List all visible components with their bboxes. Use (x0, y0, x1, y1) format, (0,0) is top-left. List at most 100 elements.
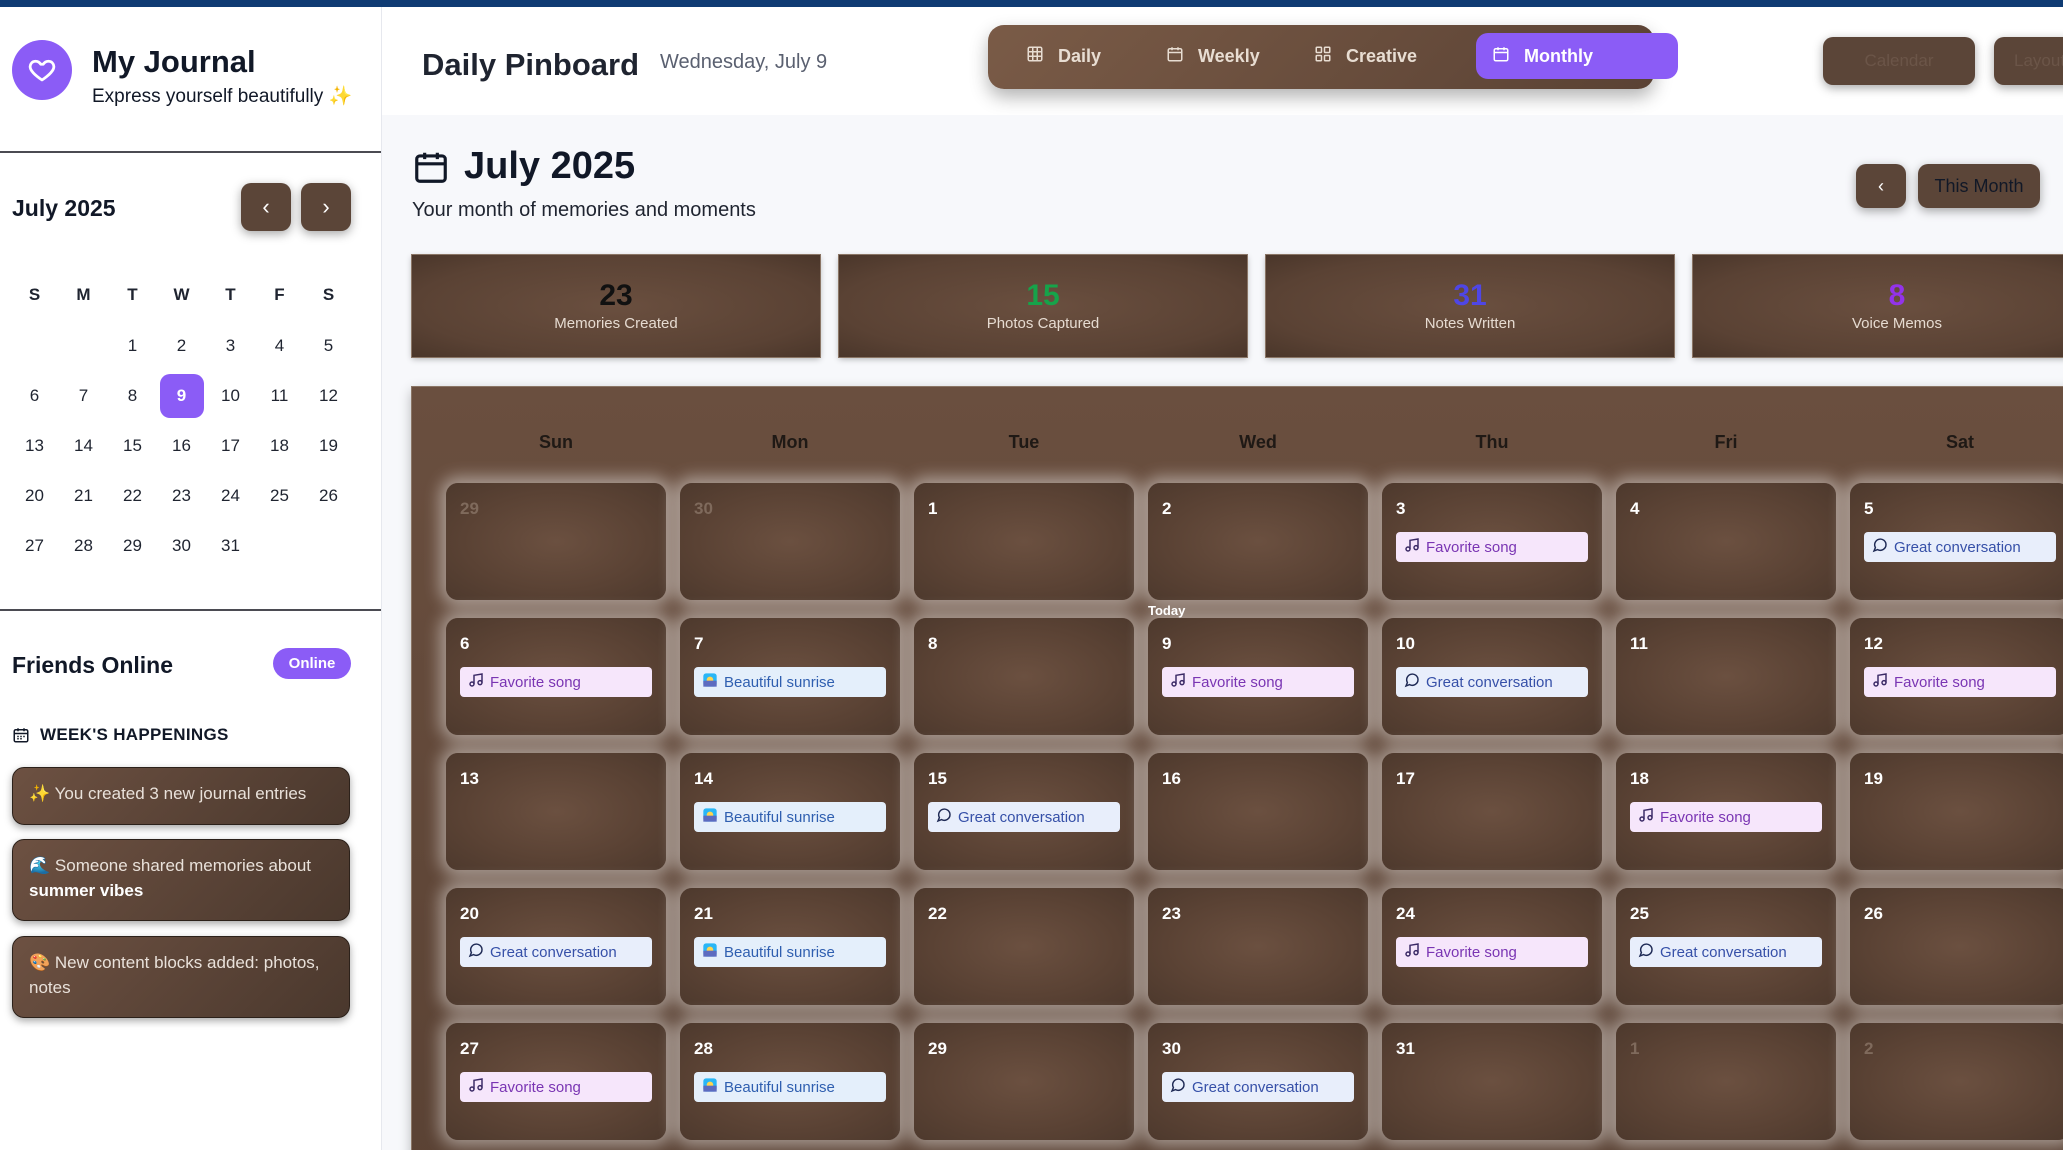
mini-calendar-day[interactable]: 21 (59, 471, 108, 521)
calendar-day[interactable]: 1 (1616, 1023, 1836, 1140)
mini-calendar-day[interactable]: 10 (206, 371, 255, 421)
mini-calendar-day[interactable]: 11 (255, 371, 304, 421)
calendar-day[interactable]: 13 (446, 753, 666, 870)
mini-calendar-next-button[interactable]: › (301, 183, 351, 231)
mini-calendar-day[interactable]: 24 (206, 471, 255, 521)
calendar-day[interactable]: 6 Favorite song (446, 618, 666, 735)
mini-calendar-day[interactable]: 31 (206, 521, 255, 571)
mini-calendar-day[interactable]: 27 (10, 521, 59, 571)
mini-calendar-day[interactable]: 1 (108, 321, 157, 371)
view-tab-monthly[interactable]: Monthly (1476, 33, 1678, 79)
calendar-day[interactable]: 5 Great conversation (1850, 483, 2063, 600)
calendar-day[interactable]: 21 Beautiful sunrise (680, 888, 900, 1005)
view-tab-creative[interactable]: Creative (1298, 33, 1433, 79)
happening-card[interactable]: 🎨 New content blocks added: photos, note… (12, 936, 350, 1018)
event-pill[interactable]: Great conversation (460, 937, 652, 967)
mini-calendar-day[interactable]: 8 (108, 371, 157, 421)
calendar-day[interactable]: 10 Great conversation (1382, 618, 1602, 735)
calendar-day[interactable]: 2 (1148, 483, 1368, 600)
calendar-button[interactable]: Calendar (1823, 37, 1975, 85)
calendar-day[interactable]: 29 (914, 1023, 1134, 1140)
online-status-badge[interactable]: Online (273, 648, 351, 679)
calendar-day[interactable]: 31 (1382, 1023, 1602, 1140)
calendar-day[interactable]: 30 Great conversation (1148, 1023, 1368, 1140)
event-pill[interactable]: Great conversation (1630, 937, 1822, 967)
event-pill[interactable]: Favorite song (460, 1072, 652, 1102)
calendar-day[interactable]: 15 Great conversation (914, 753, 1134, 870)
calendar-day[interactable]: 1 (914, 483, 1134, 600)
event-pill[interactable]: Favorite song (1864, 667, 2056, 697)
calendar-day[interactable]: 19 (1850, 753, 2063, 870)
calendar-day[interactable]: 14 Beautiful sunrise (680, 753, 900, 870)
mini-calendar-day[interactable]: 30 (157, 521, 206, 571)
mini-calendar-day[interactable]: 26 (304, 471, 353, 521)
view-tab-weekly[interactable]: Weekly (1150, 33, 1276, 79)
calendar-day[interactable]: 2 (1850, 1023, 2063, 1140)
mini-calendar-day[interactable]: 18 (255, 421, 304, 471)
mini-calendar-day[interactable]: 19 (304, 421, 353, 471)
event-pill[interactable]: Favorite song (1630, 802, 1822, 832)
event-pill[interactable]: Great conversation (1864, 532, 2056, 562)
weekday-header: M (76, 285, 91, 304)
event-pill[interactable]: Great conversation (1396, 667, 1588, 697)
mini-calendar-day[interactable]: 20 (10, 471, 59, 521)
calendar-day[interactable]: 28 Beautiful sunrise (680, 1023, 900, 1140)
heart-icon[interactable] (12, 40, 72, 100)
mini-calendar-day[interactable]: 4 (255, 321, 304, 371)
mini-calendar-day[interactable]: 12 (304, 371, 353, 421)
happening-card[interactable]: ✨ You created 3 new journal entries (12, 767, 350, 825)
calendar-day[interactable]: Today 9 Favorite song (1148, 603, 1368, 735)
calendar-day[interactable]: 17 (1382, 753, 1602, 870)
this-month-button[interactable]: This Month (1918, 164, 2040, 208)
calendar-day[interactable]: 27 Favorite song (446, 1023, 666, 1140)
event-pill[interactable]: Great conversation (1162, 1072, 1354, 1102)
calendar-day[interactable]: 12 Favorite song (1850, 618, 2063, 735)
day-number: 9 (159, 374, 204, 418)
view-tab-daily[interactable]: Daily (1010, 33, 1117, 79)
calendar-day[interactable]: 7 Beautiful sunrise (680, 618, 900, 735)
calendar-day[interactable]: 29 (446, 483, 666, 600)
event-pill[interactable]: Great conversation (928, 802, 1120, 832)
mini-calendar-day[interactable]: 17 (206, 421, 255, 471)
event-pill[interactable]: Beautiful sunrise (694, 1072, 886, 1102)
calendar-day[interactable]: 11 (1616, 618, 1836, 735)
calendar-day[interactable]: 8 (914, 618, 1134, 735)
calendar-day[interactable]: 30 (680, 483, 900, 600)
event-pill[interactable]: Favorite song (460, 667, 652, 697)
calendar-day[interactable]: 25 Great conversation (1616, 888, 1836, 1005)
calendar-day[interactable]: 26 (1850, 888, 2063, 1005)
calendar-day[interactable]: 24 Favorite song (1382, 888, 1602, 1005)
calendar-day[interactable]: 22 (914, 888, 1134, 1005)
mini-calendar-day[interactable]: 7 (59, 371, 108, 421)
calendar-day[interactable]: 23 (1148, 888, 1368, 1005)
mini-calendar-day[interactable]: 3 (206, 321, 255, 371)
previous-month-button[interactable]: ‹ (1856, 164, 1906, 208)
calendar-day[interactable]: 18 Favorite song (1616, 753, 1836, 870)
mini-calendar-day[interactable]: 5 (304, 321, 353, 371)
mini-calendar-day[interactable]: 23 (157, 471, 206, 521)
mini-calendar-day[interactable]: 14 (59, 421, 108, 471)
mini-calendar-day[interactable]: 28 (59, 521, 108, 571)
layout-button[interactable]: Layout (1994, 37, 2063, 85)
event-pill[interactable]: Beautiful sunrise (694, 667, 886, 697)
calendar-day[interactable]: 16 (1148, 753, 1368, 870)
happening-card[interactable]: 🌊 Someone shared memories about summer v… (12, 839, 350, 921)
event-pill[interactable]: Favorite song (1396, 532, 1588, 562)
event-pill[interactable]: Favorite song (1162, 667, 1354, 697)
mini-calendar-day[interactable]: 2 (157, 321, 206, 371)
mini-calendar-day[interactable]: 15 (108, 421, 157, 471)
mini-calendar-day[interactable]: 6 (10, 371, 59, 421)
mini-calendar-day[interactable]: 13 (10, 421, 59, 471)
event-pill[interactable]: Beautiful sunrise (694, 937, 886, 967)
mini-calendar-day[interactable]: 16 (157, 421, 206, 471)
mini-calendar-day[interactable]: 29 (108, 521, 157, 571)
event-pill[interactable]: Beautiful sunrise (694, 802, 886, 832)
mini-calendar-day[interactable]: 25 (255, 471, 304, 521)
event-pill[interactable]: Favorite song (1396, 937, 1588, 967)
calendar-day[interactable]: 3 Favorite song (1382, 483, 1602, 600)
mini-calendar-day[interactable]: 22 (108, 471, 157, 521)
mini-calendar-prev-button[interactable]: ‹ (241, 183, 291, 231)
calendar-day[interactable]: 4 (1616, 483, 1836, 600)
mini-calendar-day[interactable]: 9 (157, 371, 206, 421)
calendar-day[interactable]: 20 Great conversation (446, 888, 666, 1005)
